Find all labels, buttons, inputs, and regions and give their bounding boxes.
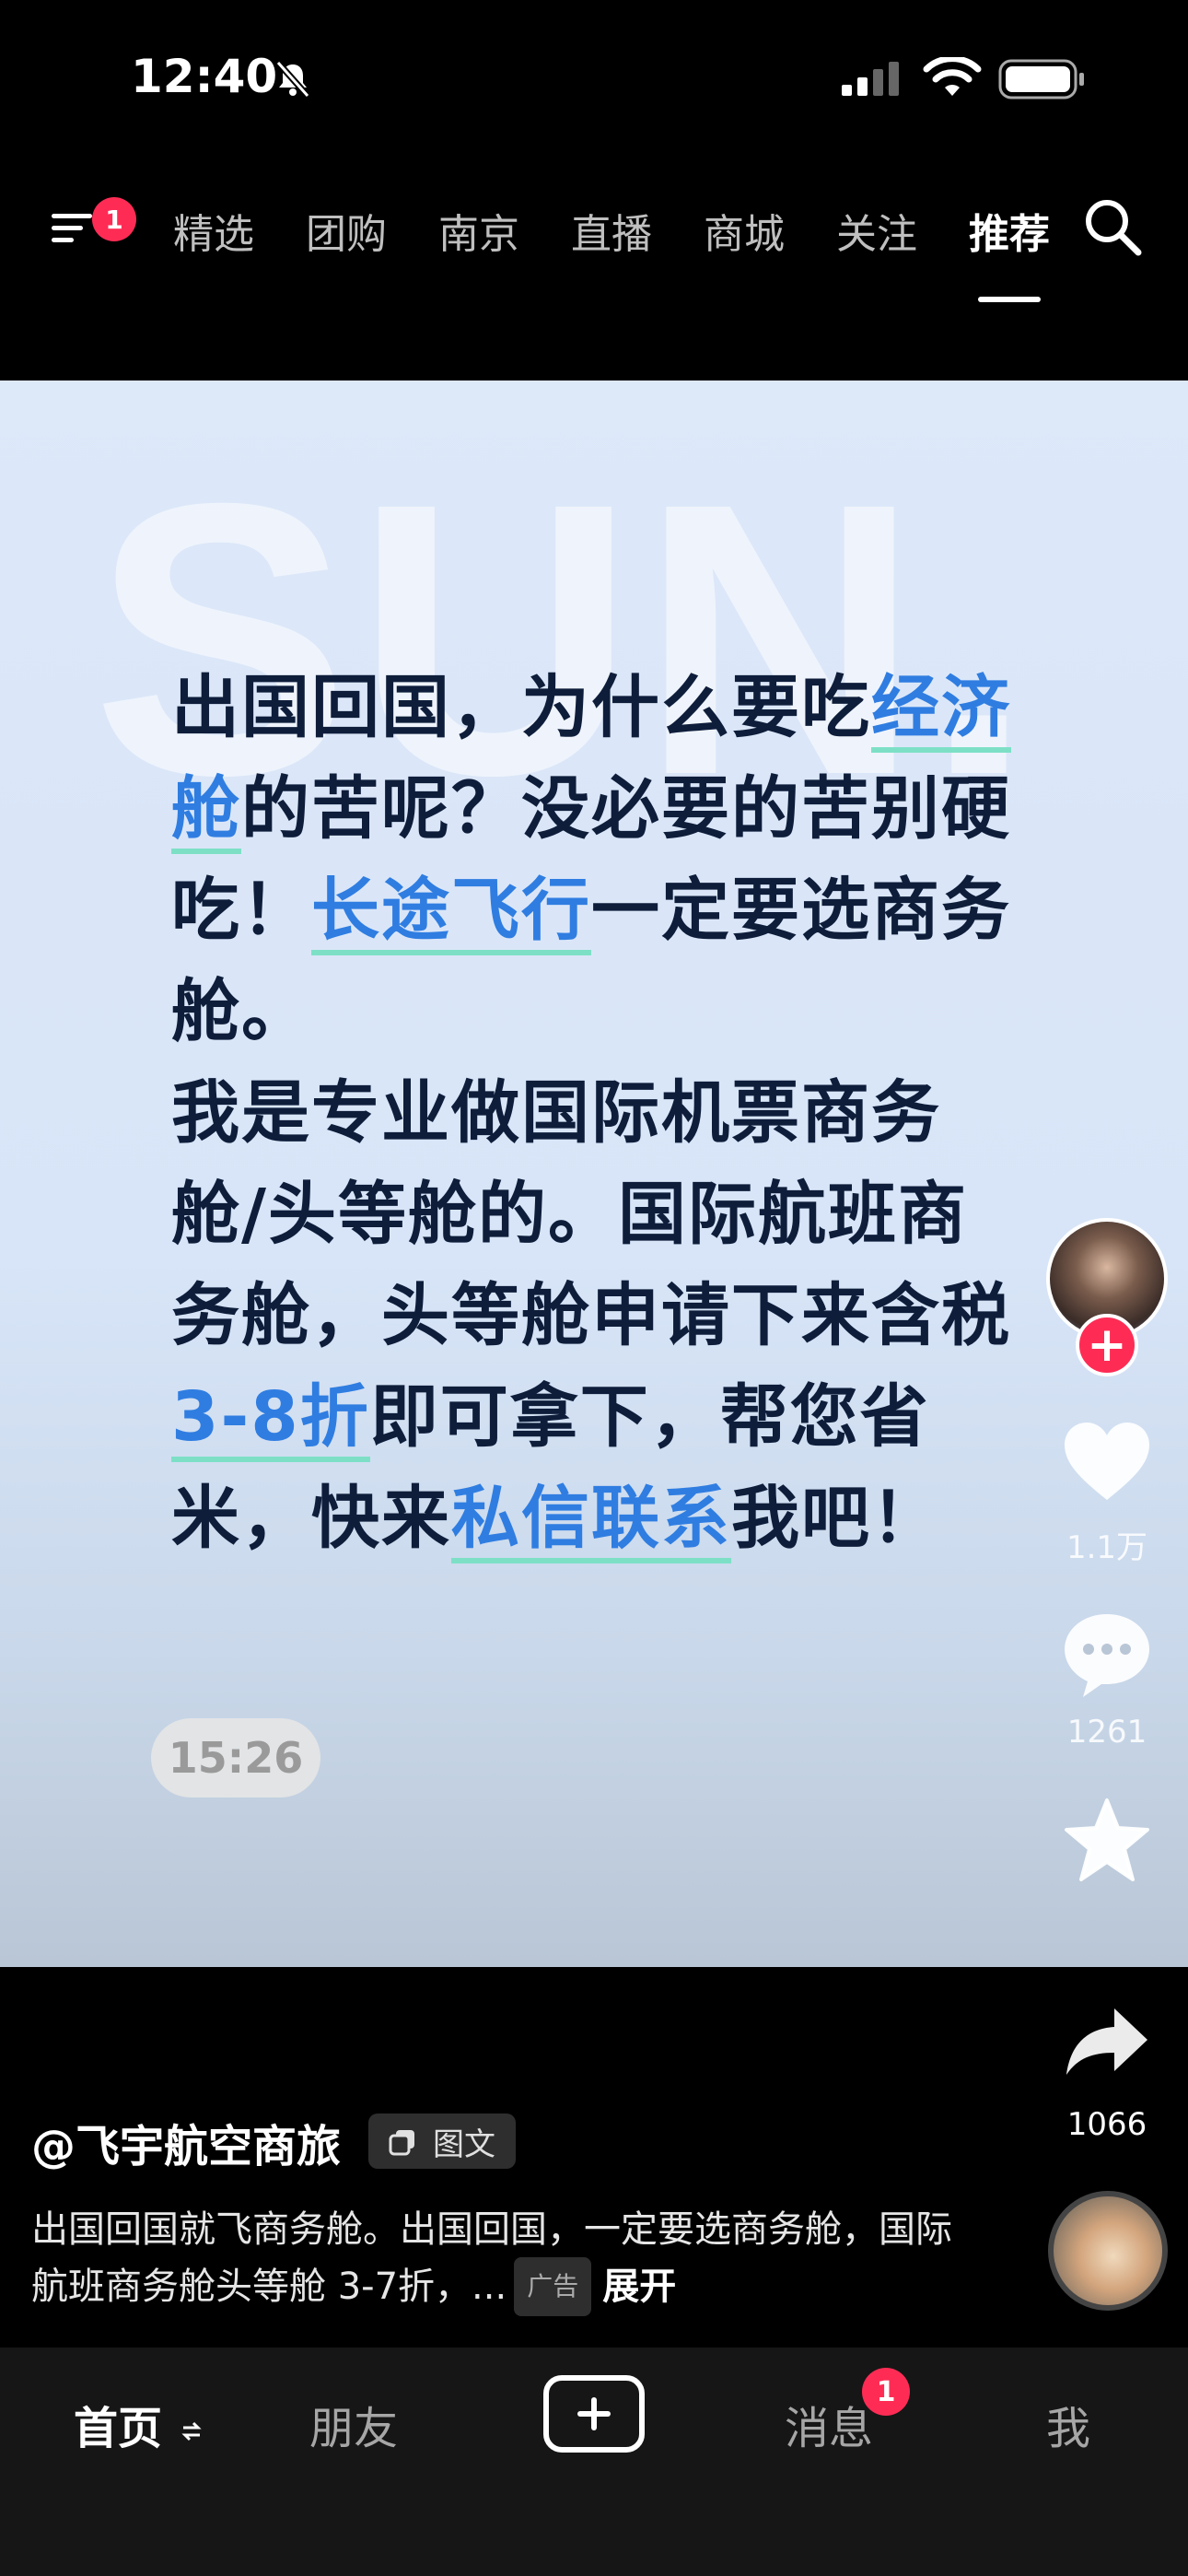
tab-group-buy[interactable]: 团购: [306, 201, 387, 260]
music-disc-avatar[interactable]: [1048, 2191, 1168, 2311]
like-count: 1.1万: [1066, 1529, 1148, 1566]
refresh-arrows-icon: [181, 2421, 202, 2441]
post-type-label: 图文: [433, 2125, 495, 2163]
feed-tabs: 精选 团购 南京 直播 商城 关注 推荐: [173, 201, 1101, 302]
text-segment: 我吧！: [731, 1479, 941, 1558]
ad-label: 广告: [514, 2257, 592, 2316]
status-bar: 12:40: [0, 0, 1188, 157]
post-type-chip: 图文: [368, 2113, 516, 2169]
status-time: 12:40: [131, 50, 278, 103]
create-post-button[interactable]: [543, 2375, 645, 2453]
highlighted-phrase: 私信联系: [451, 1479, 731, 1563]
menu-button[interactable]: 1: [48, 197, 136, 265]
expand-link[interactable]: 展开: [602, 2266, 676, 2308]
top-navigation: 1 精选 团购 南京 直播 商城 关注 推荐: [0, 175, 1188, 313]
favorite-star-icon[interactable]: [1063, 1797, 1151, 1883]
post-image-card[interactable]: SUN. 出国回国，为什么要吃经济舱的苦呢？没必要的苦别硬吃！长途飞行一定要选商…: [0, 381, 1188, 1967]
tab-me[interactable]: 我: [1046, 2392, 1090, 2456]
plus-icon: [577, 2397, 611, 2430]
tab-home-label: 首页: [74, 2403, 163, 2454]
cellular-signal-icon: [842, 62, 899, 96]
tab-featured[interactable]: 精选: [173, 201, 254, 260]
follow-button[interactable]: +: [1076, 1314, 1138, 1376]
text-segment: 我是专业做国际机票商务舱/头等舱的。国际航班商务舱，头等舱申请下来含税: [171, 1073, 1011, 1355]
battery-icon: [998, 59, 1084, 100]
share-icon[interactable]: [1063, 2005, 1151, 2078]
bottom-navigation: 首页 朋友 消息 1 我: [0, 2348, 1188, 2576]
heart-icon[interactable]: [1061, 1421, 1153, 1504]
highlighted-phrase: 3-8折: [171, 1377, 370, 1462]
tab-friends[interactable]: 朋友: [309, 2392, 398, 2456]
tab-following[interactable]: 关注: [836, 201, 917, 260]
messages-badge: 1: [862, 2368, 910, 2416]
post-description: 出国回国就飞商务舱。出国回国，一定要选商务舱，国际航班商务舱头等舱 3-7折，.…: [31, 2202, 961, 2316]
menu-notification-badge: 1: [92, 197, 136, 241]
comment-count: 1261: [1066, 1714, 1147, 1751]
tab-messages[interactable]: 消息: [785, 2392, 873, 2456]
timestamp-chip: 15:26: [151, 1718, 320, 1797]
tab-live[interactable]: 直播: [571, 201, 652, 260]
bell-muted-icon: [275, 60, 310, 99]
text-segment: 出国回国，为什么要吃: [171, 668, 871, 747]
author-name[interactable]: @飞宇航空商旅: [31, 2110, 341, 2174]
search-icon[interactable]: [1079, 193, 1146, 260]
tab-local-city[interactable]: 南京: [438, 201, 519, 260]
image-post-icon: [389, 2130, 414, 2156]
tab-home[interactable]: 首页: [74, 2392, 202, 2456]
hamburger-menu-icon: [52, 214, 92, 242]
post-main-text: 出国回国，为什么要吃经济舱的苦呢？没必要的苦别硬吃！长途飞行一定要选商务舱。 我是…: [171, 657, 1037, 1569]
wifi-icon: [923, 57, 982, 96]
share-count: 1066: [1066, 2106, 1147, 2143]
tab-recommended[interactable]: 推荐: [969, 201, 1050, 302]
highlighted-phrase: 长途飞行: [311, 871, 591, 955]
description-text: 出国回国就飞商务舱。出国回国，一定要选商务舱，国际航班商务舱头等舱 3-7折，.…: [31, 2208, 952, 2308]
tab-mall[interactable]: 商城: [704, 201, 785, 260]
comment-icon[interactable]: [1061, 1610, 1153, 1699]
